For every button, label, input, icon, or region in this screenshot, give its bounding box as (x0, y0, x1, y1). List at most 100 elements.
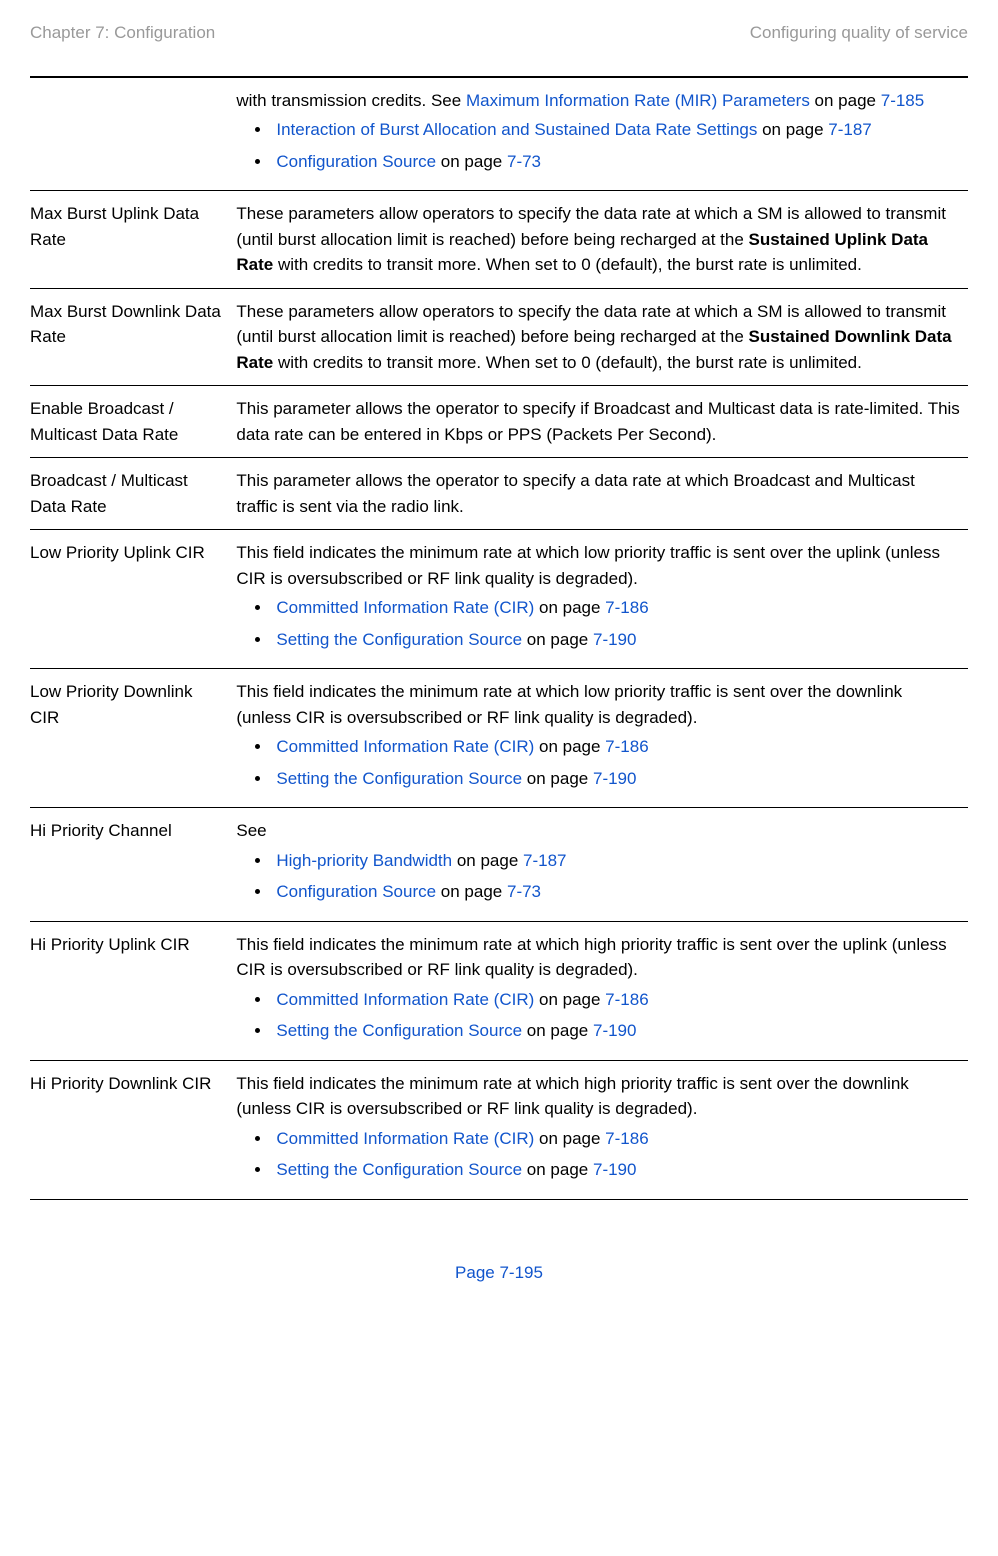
attr-description: See High-priority Bandwidth on page 7-18… (236, 808, 968, 922)
attr-label: Enable Broadcast / Multicast Data Rate (30, 386, 236, 458)
text: with credits to transit more. When set t… (273, 255, 862, 274)
text: on page (522, 1160, 593, 1179)
list-item: Committed Information Rate (CIR) on page… (272, 595, 960, 621)
attr-label: Low Priority Uplink CIR (30, 530, 236, 669)
text: on page (522, 630, 593, 649)
attr-label: Hi Priority Uplink CIR (30, 921, 236, 1060)
link-interaction-burst[interactable]: Interaction of Burst Allocation and Sust… (276, 120, 757, 139)
text: on page (452, 851, 523, 870)
text: on page (534, 737, 605, 756)
attr-description: This field indicates the minimum rate at… (236, 669, 968, 808)
table-row: Broadcast / Multicast Data Rate This par… (30, 458, 968, 530)
text: on page (522, 769, 593, 788)
text: See (236, 821, 266, 840)
table-row: Max Burst Uplink Data Rate These paramet… (30, 191, 968, 289)
text: on page (810, 91, 881, 110)
attr-description: This field indicates the minimum rate at… (236, 530, 968, 669)
text: This field indicates the minimum rate at… (236, 935, 946, 980)
table-row: Hi Priority Channel See High-priority Ba… (30, 808, 968, 922)
page-ref[interactable]: 7-190 (593, 1160, 636, 1179)
text: with transmission credits. See (236, 91, 466, 110)
page-ref[interactable]: 7-186 (605, 1129, 648, 1148)
attr-description: These parameters allow operators to spec… (236, 191, 968, 289)
text: This field indicates the minimum rate at… (236, 1074, 908, 1119)
link-config-source[interactable]: Configuration Source (276, 152, 436, 171)
text: on page (522, 1021, 593, 1040)
page-ref[interactable]: 7-190 (593, 769, 636, 788)
attr-description: This field indicates the minimum rate at… (236, 921, 968, 1060)
text: on page (534, 990, 605, 1009)
attr-label: Low Priority Downlink CIR (30, 669, 236, 808)
attr-description: This field indicates the minimum rate at… (236, 1060, 968, 1199)
link-setting-config-source[interactable]: Setting the Configuration Source (276, 1160, 522, 1179)
text: on page (436, 152, 507, 171)
link-setting-config-source[interactable]: Setting the Configuration Source (276, 1021, 522, 1040)
table-row: Max Burst Downlink Data Rate These param… (30, 288, 968, 386)
attr-label: Max Burst Uplink Data Rate (30, 191, 236, 289)
link-setting-config-source[interactable]: Setting the Configuration Source (276, 769, 522, 788)
table-row: Hi Priority Downlink CIR This field indi… (30, 1060, 968, 1199)
bullet-list: Interaction of Burst Allocation and Sust… (236, 117, 960, 174)
list-item: High-priority Bandwidth on page 7-187 (272, 848, 960, 874)
page-ref[interactable]: 7-73 (507, 152, 541, 171)
list-item: Committed Information Rate (CIR) on page… (272, 987, 960, 1013)
link-cir[interactable]: Committed Information Rate (CIR) (276, 598, 534, 617)
table-row: with transmission credits. See Maximum I… (30, 77, 968, 191)
text: on page (534, 598, 605, 617)
list-item: Configuration Source on page 7-73 (272, 149, 960, 175)
table-row: Hi Priority Uplink CIR This field indica… (30, 921, 968, 1060)
list-item: Setting the Configuration Source on page… (272, 627, 960, 653)
list-item: Setting the Configuration Source on page… (272, 766, 960, 792)
page-header: Chapter 7: Configuration Configuring qua… (30, 20, 968, 76)
link-setting-config-source[interactable]: Setting the Configuration Source (276, 630, 522, 649)
attributes-table: with transmission credits. See Maximum I… (30, 76, 968, 1200)
page-ref[interactable]: 7-186 (605, 598, 648, 617)
page-ref[interactable]: 7-187 (828, 120, 871, 139)
page-ref[interactable]: 7-190 (593, 1021, 636, 1040)
page-footer: Page 7-195 (30, 1260, 968, 1286)
bullet-list: Committed Information Rate (CIR) on page… (236, 987, 960, 1044)
attr-label: Hi Priority Downlink CIR (30, 1060, 236, 1199)
attr-description: with transmission credits. See Maximum I… (236, 77, 968, 191)
page-ref[interactable]: 7-186 (605, 737, 648, 756)
link-cir[interactable]: Committed Information Rate (CIR) (276, 737, 534, 756)
bullet-list: Committed Information Rate (CIR) on page… (236, 1126, 960, 1183)
text: on page (436, 882, 507, 901)
text: on page (534, 1129, 605, 1148)
text: with credits to transit more. When set t… (273, 353, 862, 372)
page-ref[interactable]: 7-73 (507, 882, 541, 901)
attr-label: Hi Priority Channel (30, 808, 236, 922)
bullet-list: Committed Information Rate (CIR) on page… (236, 734, 960, 791)
page-ref[interactable]: 7-187 (523, 851, 566, 870)
text: This field indicates the minimum rate at… (236, 682, 902, 727)
list-item: Setting the Configuration Source on page… (272, 1157, 960, 1183)
link-cir[interactable]: Committed Information Rate (CIR) (276, 1129, 534, 1148)
bullet-list: Committed Information Rate (CIR) on page… (236, 595, 960, 652)
page-ref[interactable]: 7-185 (881, 91, 924, 110)
list-item: Setting the Configuration Source on page… (272, 1018, 960, 1044)
list-item: Interaction of Burst Allocation and Sust… (272, 117, 960, 143)
page-ref[interactable]: 7-186 (605, 990, 648, 1009)
table-row: Enable Broadcast / Multicast Data Rate T… (30, 386, 968, 458)
bullet-list: High-priority Bandwidth on page 7-187 Co… (236, 848, 960, 905)
table-row: Low Priority Uplink CIR This field indic… (30, 530, 968, 669)
text: This field indicates the minimum rate at… (236, 543, 940, 588)
text: on page (757, 120, 828, 139)
link-cir[interactable]: Committed Information Rate (CIR) (276, 990, 534, 1009)
list-item: Committed Information Rate (CIR) on page… (272, 734, 960, 760)
attr-label: Max Burst Downlink Data Rate (30, 288, 236, 386)
table-row: Low Priority Downlink CIR This field ind… (30, 669, 968, 808)
list-item: Configuration Source on page 7-73 (272, 879, 960, 905)
header-right: Configuring quality of service (750, 20, 968, 46)
attr-description: This parameter allows the operator to sp… (236, 386, 968, 458)
link-config-source[interactable]: Configuration Source (276, 882, 436, 901)
page-ref[interactable]: 7-190 (593, 630, 636, 649)
attr-description: This parameter allows the operator to sp… (236, 458, 968, 530)
attr-description: These parameters allow operators to spec… (236, 288, 968, 386)
attr-label (30, 77, 236, 191)
attr-label: Broadcast / Multicast Data Rate (30, 458, 236, 530)
link-high-priority-bandwidth[interactable]: High-priority Bandwidth (276, 851, 452, 870)
link-mir-parameters[interactable]: Maximum Information Rate (MIR) Parameter… (466, 91, 810, 110)
list-item: Committed Information Rate (CIR) on page… (272, 1126, 960, 1152)
header-left: Chapter 7: Configuration (30, 20, 215, 46)
